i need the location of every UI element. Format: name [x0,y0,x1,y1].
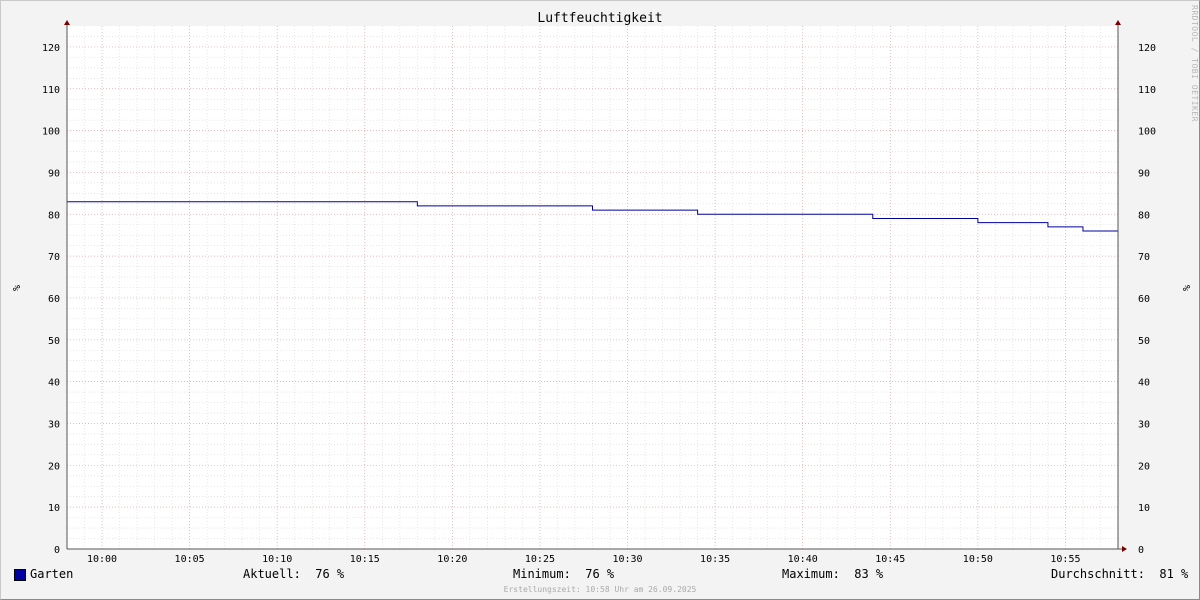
y-tick-label-right: 30 [1138,419,1150,430]
y-tick-label-right: 110 [1138,85,1156,96]
y-tick-label-left: 110 [42,85,60,96]
y-axis-arrow-left [64,20,70,25]
x-tick-label: 10:35 [700,554,730,565]
x-tick-label: 10:00 [87,554,117,565]
y-tick-label-left: 50 [48,336,60,347]
x-tick-label: 10:45 [875,554,905,565]
legend-minimum: Minimum: 76 % [513,567,615,581]
y-axis-arrow-right [1115,20,1121,25]
y-axis-right: 0 10 20 30 40 50 60 70 80 90 100 110 120% [1138,43,1191,556]
y-tick-label-right: 100 [1138,127,1156,138]
minor-grid [66,26,1119,549]
x-tick-label: 10:15 [350,554,380,565]
x-axis-arrow [1122,546,1127,552]
y-tick-label-left: 0 [54,545,60,556]
legend-durchschnitt: Durchschnitt: 81 % [1051,567,1189,581]
y-tick-label-left: 80 [48,210,60,221]
y-tick-label-left: 20 [48,461,60,472]
legend-maximum: Maximum: 83 % [782,567,884,581]
x-tick-label: 10:30 [612,554,642,565]
y-axis-label-right: % [1180,285,1191,291]
legend-swatch [14,569,26,581]
x-tick-label: 10:40 [788,554,818,565]
y-tick-label-left: 60 [48,294,60,305]
x-tick-label: 10:20 [437,554,467,565]
y-tick-label-right: 80 [1138,210,1150,221]
x-axis: 10:00 10:05 10:10 10:15 10:20 10:25 10:30 10:35… [87,554,1081,565]
y-axis-label-left: % [10,285,21,291]
chart: 0 10 20 30 40 50 60 70 80 90 100 110 120% 0 10 20 30 40 5… [10,20,1191,565]
y-tick-label-left: 120 [42,43,60,54]
watermark: RRDTOOL / TOBI OETIKER [1190,5,1199,122]
footer-timestamp: Erstellungszeit: 10:58 Uhr am 26.09.2025 [503,585,697,594]
y-tick-label-right: 90 [1138,168,1150,179]
legend-series-name: Garten [30,567,74,581]
y-tick-label-right: 50 [1138,336,1150,347]
y-tick-label-right: 20 [1138,461,1150,472]
y-tick-label-left: 30 [48,419,60,430]
y-axis-left: 0 10 20 30 40 50 60 70 80 90 100 110 120% [10,43,60,556]
y-tick-label-left: 70 [48,252,60,263]
x-tick-label: 10:05 [175,554,205,565]
y-tick-label-right: 40 [1138,378,1150,389]
y-tick-label-left: 90 [48,168,60,179]
x-tick-label: 10:10 [262,554,292,565]
legend-aktuell: Aktuell: 76 % [243,567,345,581]
y-tick-label-left: 10 [48,503,60,514]
y-tick-label-left: 40 [48,378,60,389]
y-tick-label-right: 60 [1138,294,1150,305]
y-tick-label-left: 100 [42,127,60,138]
x-tick-label: 10:25 [525,554,555,565]
y-tick-label-right: 70 [1138,252,1150,263]
x-tick-label: 10:50 [963,554,993,565]
y-tick-label-right: 0 [1138,545,1144,556]
y-tick-label-right: 10 [1138,503,1150,514]
x-tick-label: 10:55 [1050,554,1080,565]
y-tick-label-right: 120 [1138,43,1156,54]
